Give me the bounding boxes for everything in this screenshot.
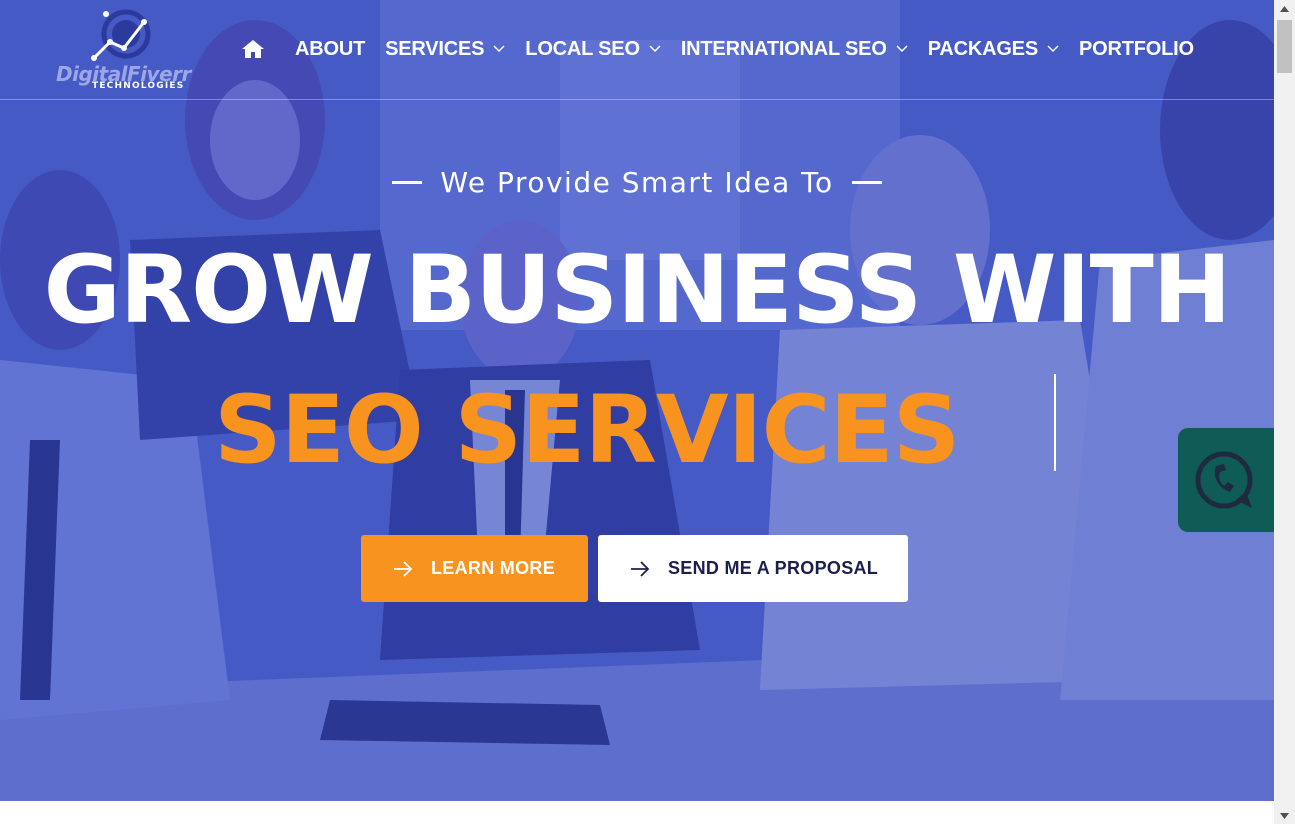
site-logo[interactable]: DigitalFiverr TECHNOLOGIES [56, 8, 192, 94]
tagline-dash-left [392, 181, 423, 184]
scroll-thumb[interactable] [1277, 20, 1292, 73]
nav-item-local-seo[interactable]: LOCAL SEO [525, 38, 661, 61]
hero-section: DigitalFiverr TECHNOLOGIES ABOUT SERVICE… [0, 0, 1274, 801]
chevron-down-icon [493, 43, 505, 55]
nav-item-international-seo[interactable]: INTERNATIONAL SEO [681, 38, 908, 61]
chevron-down-icon [649, 43, 661, 55]
nav-item-label: LOCAL SEO [525, 37, 640, 60]
chevron-down-icon [1047, 43, 1059, 55]
nav-item-portfolio[interactable]: PORTFOLIO [1079, 38, 1194, 61]
page: DigitalFiverr TECHNOLOGIES ABOUT SERVICE… [0, 0, 1295, 824]
arrow-right-icon [393, 560, 413, 577]
send-proposal-label: SEND ME A PROPOSAL [668, 558, 879, 578]
site-header: DigitalFiverr TECHNOLOGIES ABOUT SERVICE… [0, 0, 1274, 100]
nav-item-services[interactable]: SERVICES [385, 38, 505, 61]
scroll-up-arrow-icon[interactable] [1274, 0, 1295, 17]
next-section-edge [0, 801, 1274, 824]
nav-home-link[interactable] [236, 32, 270, 66]
nav-item-packages[interactable]: PACKAGES [928, 38, 1059, 61]
nav-item-label: SERVICES [385, 37, 485, 60]
nav-item-label: PACKAGES [927, 37, 1038, 60]
tagline-dash-right [851, 181, 882, 184]
hero-subheadline: SEO SERVICES [214, 376, 960, 485]
chevron-down-icon [896, 43, 908, 55]
nav-item-label: ABOUT [295, 37, 366, 60]
chat-widget-button[interactable] [1178, 428, 1274, 532]
home-icon [242, 40, 264, 58]
main-nav: ABOUT SERVICES LOCAL SEO INTERNATIONAL S… [236, 29, 1194, 69]
scroll-down-arrow-icon[interactable] [1274, 807, 1295, 824]
nav-item-label: INTERNATIONAL SEO [680, 37, 887, 60]
chat-icon [1195, 451, 1253, 509]
page-scrollbar[interactable] [1274, 0, 1295, 824]
learn-more-label: LEARN MORE [431, 558, 555, 578]
arrow-right-icon [630, 560, 650, 577]
nav-item-label: PORTFOLIO [1078, 37, 1194, 60]
logo-subtitle: TECHNOLOGIES [92, 81, 185, 91]
nav-item-about[interactable]: ABOUT [295, 38, 365, 61]
send-proposal-button[interactable]: SEND ME A PROPOSAL [598, 535, 908, 602]
hero-tagline: We Provide Smart Idea To [0, 166, 1274, 199]
hero-headline: GROW BUSINESS WITH [43, 236, 1232, 345]
typing-cursor [1054, 374, 1056, 471]
logo-mark-icon [91, 9, 151, 61]
hero-tagline-text: We Provide Smart Idea To [440, 166, 834, 199]
learn-more-button[interactable]: LEARN MORE [361, 535, 588, 602]
